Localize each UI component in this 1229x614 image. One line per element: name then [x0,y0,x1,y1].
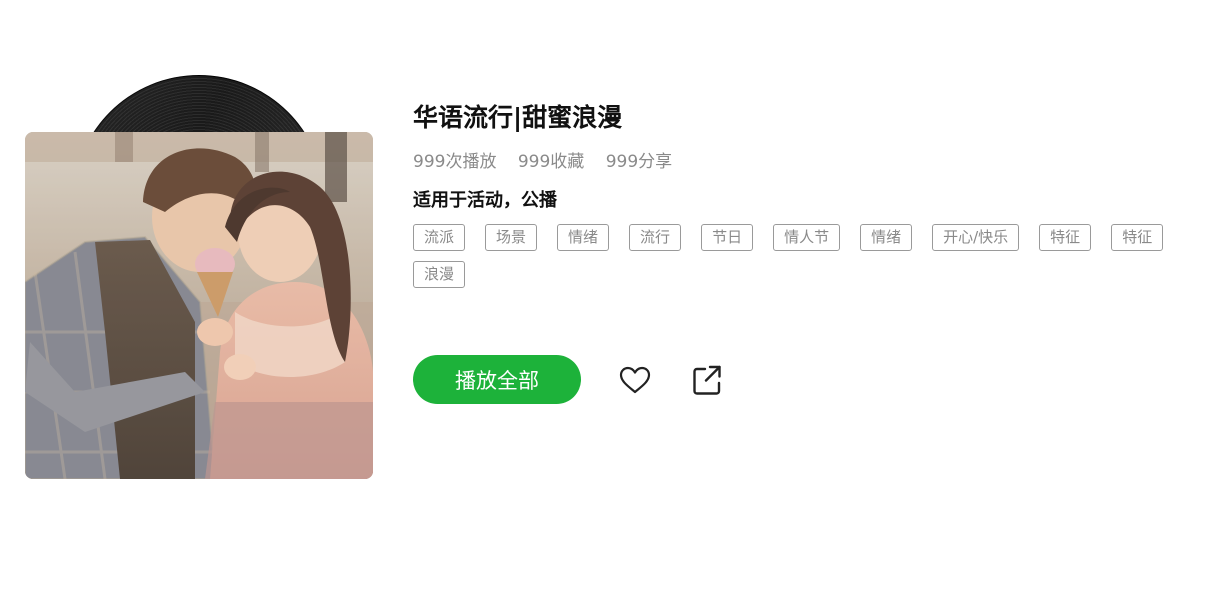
heart-icon [619,366,651,393]
usage-description: 适用于活动，公播 [413,190,557,211]
play-count: 999次播放 [413,152,497,172]
tag-feature-2[interactable]: 特征 [1111,224,1164,251]
tag-pop[interactable]: 流行 [629,224,682,251]
share-count: 999分享 [605,152,673,172]
share-button[interactable] [689,362,725,398]
playlist-stats: 999次播放 999收藏 999分享 [413,150,1203,174]
playlist-cover-image [25,132,373,479]
playlist-info: 华语流行|甜蜜浪漫 999次播放 999收藏 999分享 适用于活动，公播 流派… [413,98,1203,288]
tag-festival[interactable]: 节日 [701,224,754,251]
tag-happy[interactable]: 开心/快乐 [932,224,1020,251]
tag-mood[interactable]: 情绪 [557,224,610,251]
playlist-actions: 播放全部 [413,355,725,404]
tag-romantic[interactable]: 浪漫 [413,261,466,288]
playlist-cover-area [25,75,373,479]
tag-scene[interactable]: 场景 [485,224,538,251]
share-icon [693,365,721,395]
play-all-button[interactable]: 播放全部 [413,355,581,404]
favorite-count: 999收藏 [517,152,585,172]
tag-mood-2[interactable]: 情绪 [860,224,913,251]
tag-list: 流派 场景 情绪 流行 节日 情人节 情绪 开心/快乐 特征 特征 浪漫 [413,224,1193,288]
tag-valentines[interactable]: 情人节 [773,224,841,251]
favorite-button[interactable] [617,362,653,398]
playlist-title: 华语流行|甜蜜浪漫 [413,103,623,132]
tag-feature[interactable]: 特征 [1039,224,1092,251]
tag-genre[interactable]: 流派 [413,224,466,251]
